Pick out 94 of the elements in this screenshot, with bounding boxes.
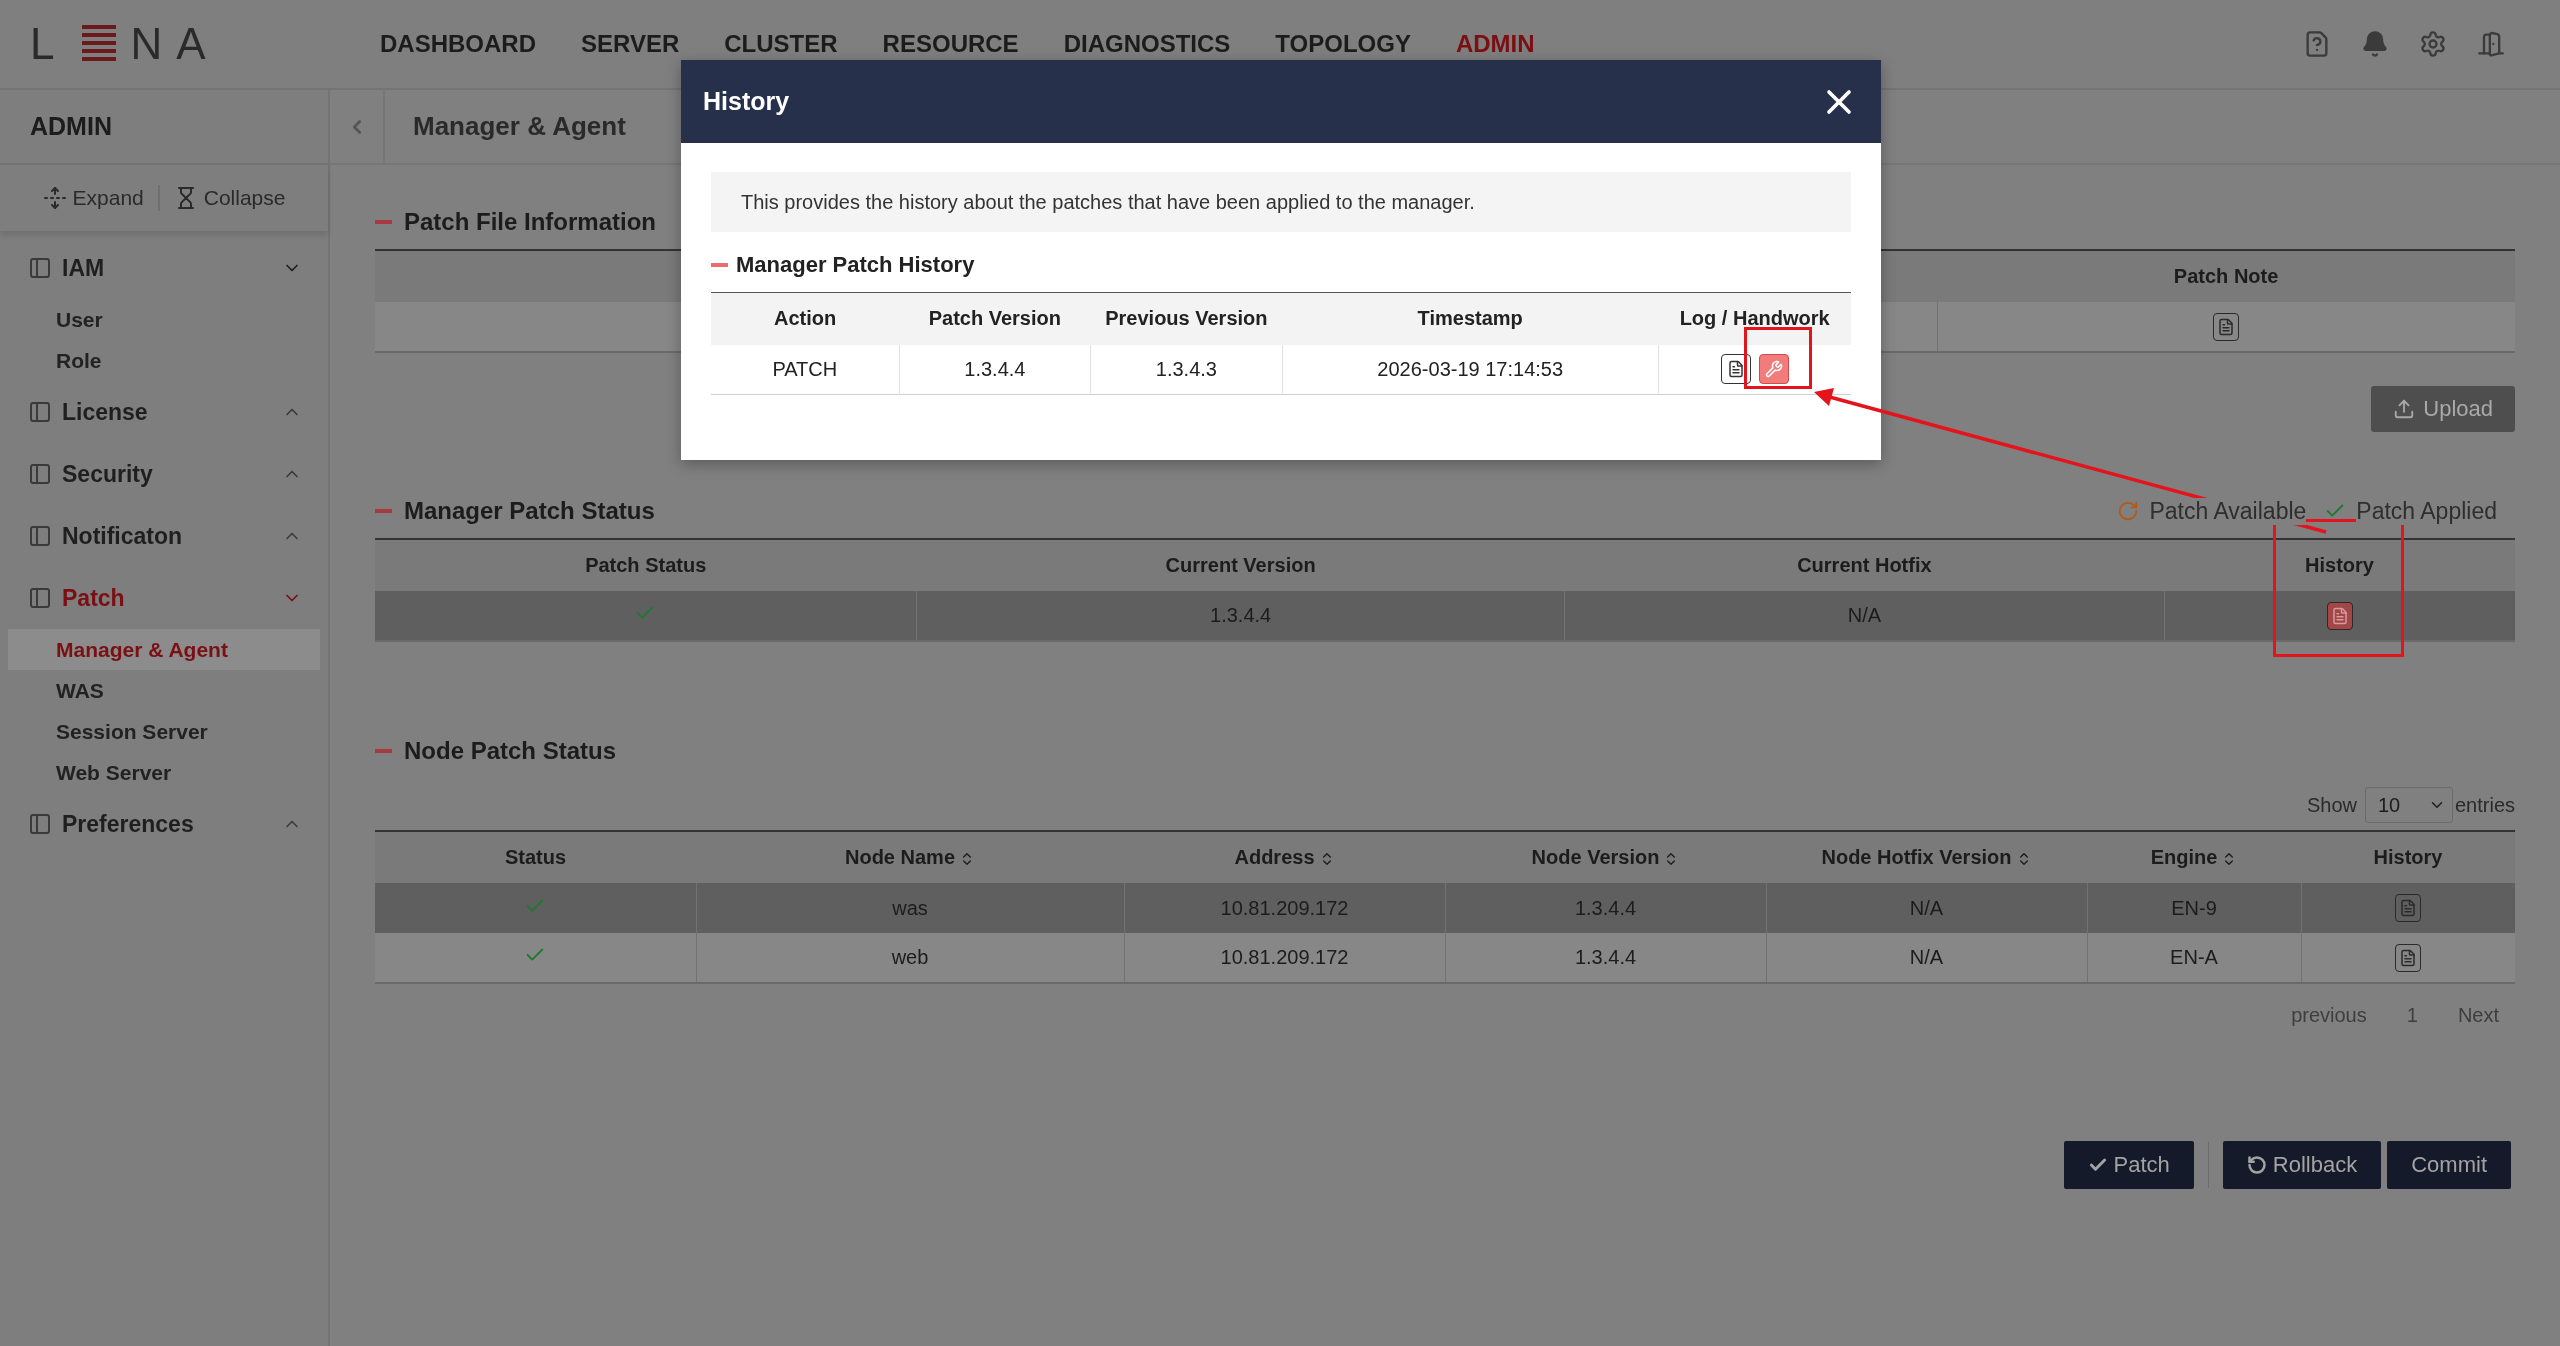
- panel-icon: [28, 524, 52, 548]
- sidebar-item[interactable]: Session Server: [8, 711, 320, 752]
- table-cell: 1.3.4.4: [916, 591, 1565, 641]
- settings-icon[interactable]: [2419, 30, 2447, 58]
- column-header[interactable]: Node Version: [1445, 831, 1766, 883]
- sidebar-group[interactable]: Patch: [0, 567, 328, 629]
- table-cell: N/A: [1564, 591, 2164, 641]
- section-title: Patch File Information: [404, 208, 658, 236]
- column-header: History: [2301, 831, 2515, 883]
- bell-icon[interactable]: [2361, 30, 2389, 58]
- table-cell: N/A: [1766, 883, 2087, 933]
- sidebar-item[interactable]: WAS: [8, 670, 320, 711]
- column-header: Log / Handwork: [1658, 292, 1851, 345]
- previous-link[interactable]: previous: [2275, 1004, 2383, 1027]
- sidebar-item[interactable]: Web Server: [8, 752, 320, 793]
- info-text: This provides the history about the patches that have been applied to the manager.: [711, 172, 1851, 232]
- next-link[interactable]: Next: [2441, 1004, 2515, 1027]
- table-cell: 1.3.4.3: [1090, 344, 1283, 395]
- column-header: Previous Version: [1090, 292, 1283, 345]
- nav-tab[interactable]: ADMIN: [1455, 30, 1535, 58]
- page-link[interactable]: 1: [2390, 1004, 2434, 1027]
- upload-button[interactable]: Upload: [2371, 386, 2515, 432]
- sidebar-item[interactable]: Role: [8, 340, 320, 381]
- column-header: Current Hotfix: [1564, 539, 2164, 591]
- column-header: Patch Version: [899, 292, 1091, 345]
- dialog-title: History: [703, 87, 790, 116]
- column-header: Current Version: [916, 539, 1565, 591]
- table-cell: 10.81.209.172: [1124, 883, 1445, 933]
- rotate-icon: [2246, 1155, 2267, 1175]
- panel-icon: [28, 256, 52, 280]
- door-icon[interactable]: [2477, 30, 2505, 58]
- column-header: Action: [711, 292, 900, 345]
- column-header[interactable]: Address: [1124, 831, 1445, 883]
- sidebar-group[interactable]: IAM: [0, 237, 328, 299]
- action-button[interactable]: Patch: [2063, 1141, 2194, 1189]
- panel-icon: [28, 586, 52, 610]
- show-label: Show: [2306, 793, 2357, 817]
- section-title: Node Patch Status: [404, 737, 618, 765]
- nav-tab[interactable]: TOPOLOGY: [1275, 30, 1411, 58]
- column-header: Status: [375, 831, 696, 883]
- nav-tab[interactable]: RESOURCE: [882, 30, 1019, 58]
- nav-tab[interactable]: DIAGNOSTICS: [1063, 30, 1231, 58]
- panel-icon: [28, 812, 52, 836]
- action-button[interactable]: Rollback: [2222, 1141, 2382, 1189]
- table-cell: 2026-03-19 17:14:53: [1282, 344, 1659, 395]
- history-document-icon[interactable]: [2395, 943, 2422, 972]
- sidebar-item[interactable]: Manager & Agent: [8, 629, 320, 670]
- table-cell: N/A: [1766, 933, 2087, 983]
- table-cell: was: [696, 883, 1124, 933]
- column-header[interactable]: Node Hotfix Version: [1766, 831, 2087, 883]
- table-cell: 1.3.4.4: [899, 344, 1091, 395]
- sidebar-group[interactable]: Preferences: [0, 793, 328, 855]
- refresh-icon: [2117, 500, 2140, 522]
- annotation-box: [1744, 327, 1812, 389]
- action-button[interactable]: Commit: [2387, 1141, 2511, 1189]
- stripes-logo-icon: [82, 25, 117, 63]
- entries-label: entries: [2454, 793, 2515, 817]
- table-cell: EN-A: [2087, 933, 2301, 983]
- table-cell: PATCH: [711, 344, 900, 395]
- nav-tab[interactable]: DASHBOARD: [380, 30, 536, 58]
- expand-button[interactable]: Expand: [42, 186, 144, 210]
- wrench-icon[interactable]: [1758, 354, 1789, 385]
- sidebar-title: ADMIN: [0, 90, 328, 165]
- page-size-select[interactable]: 10: [2364, 787, 2453, 823]
- column-header: Patch Note: [1937, 250, 2515, 302]
- table-cell: web: [696, 933, 1124, 983]
- panel-icon: [28, 462, 52, 486]
- document-icon[interactable]: [2213, 312, 2240, 341]
- upload-icon: [2393, 398, 2416, 420]
- history-document-icon[interactable]: [2326, 601, 2353, 630]
- sidebar-group[interactable]: License: [0, 381, 328, 443]
- section-title: Manager Patch Status: [404, 497, 656, 525]
- page-title: Manager & Agent: [412, 111, 626, 142]
- collapse-button[interactable]: Collapse: [173, 186, 286, 210]
- column-header: Timestamp: [1282, 292, 1659, 345]
- expand-icon: [42, 186, 67, 210]
- sidebar-group[interactable]: Notificaton: [0, 505, 328, 567]
- logo-text: L: [30, 19, 69, 69]
- sidebar-group[interactable]: Security: [0, 443, 328, 505]
- legend-label: Patch Available: [2149, 497, 2307, 525]
- nav-tab[interactable]: SERVER: [581, 30, 680, 58]
- table-cell: 1.3.4.4: [1445, 933, 1766, 983]
- panel-icon: [28, 400, 52, 424]
- column-header: History: [2164, 539, 2515, 591]
- sidebar-item[interactable]: User: [8, 299, 320, 340]
- column-header[interactable]: Node Name: [696, 831, 1124, 883]
- column-header: Patch Status: [375, 539, 917, 591]
- subsection-title: Manager Patch History: [736, 252, 975, 278]
- table-cell: EN-9: [2087, 883, 2301, 933]
- logo-text: NA: [130, 19, 220, 69]
- table-cell: 10.81.209.172: [1124, 933, 1445, 983]
- nav-tab[interactable]: CLUSTER: [724, 30, 838, 58]
- column-header[interactable]: Engine: [2087, 831, 2301, 883]
- table-cell: 1.3.4.4: [1445, 883, 1766, 933]
